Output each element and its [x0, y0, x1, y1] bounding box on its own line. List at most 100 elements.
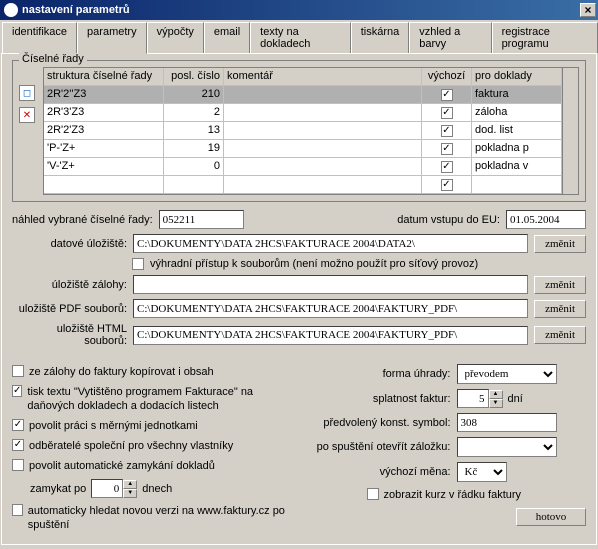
new-row-icon[interactable]: ◻: [19, 85, 35, 101]
shared-customers-checkbox[interactable]: ✓: [12, 439, 24, 451]
table-row[interactable]: 'P-'Z+19 ✓ pokladna p: [44, 140, 562, 158]
grid-cell[interactable]: ✓: [422, 86, 472, 103]
grid-cell[interactable]: 2R'2'Z3: [44, 122, 164, 139]
units-label: povolit práci s měrnými jednotkami: [29, 419, 198, 433]
lock-days-input[interactable]: [91, 479, 123, 498]
exclusive-access-checkbox[interactable]: [132, 258, 144, 270]
tab-tiskárna[interactable]: tiskárna: [351, 22, 410, 53]
number-series-grid[interactable]: struktura číselné řadyposl. číslokomentá…: [43, 67, 579, 195]
lock-days-up[interactable]: ▲: [123, 480, 137, 489]
grid-header-c1[interactable]: struktura číselné řady: [44, 68, 164, 85]
pdf-storage-input[interactable]: [133, 299, 528, 318]
grid-cell[interactable]: [44, 176, 164, 193]
grid-cell[interactable]: ✓: [422, 176, 472, 193]
grid-cell[interactable]: 'V-'Z+: [44, 158, 164, 175]
tab-vzhled-a-barvy[interactable]: vzhled a barvy: [409, 22, 491, 53]
table-row[interactable]: 2R'2'Z313 ✓ dod. list: [44, 122, 562, 140]
grid-header-c4[interactable]: výchozí: [422, 68, 472, 85]
row-default-checkbox[interactable]: ✓: [441, 125, 453, 137]
grid-cell[interactable]: [224, 158, 422, 175]
grid-cell[interactable]: 2: [164, 104, 224, 121]
grid-cell[interactable]: 2R'2''Z3: [44, 86, 164, 103]
row-default-checkbox[interactable]: ✓: [441, 107, 453, 119]
grid-cell[interactable]: ✓: [422, 140, 472, 157]
preview-value[interactable]: [159, 210, 244, 229]
tab-texty-na-dokladech[interactable]: texty na dokladech: [250, 22, 351, 53]
grid-cell[interactable]: pokladna v: [472, 158, 562, 175]
grid-cell[interactable]: [224, 104, 422, 121]
exclusive-access-label: výhradní přístup k souborům (není možno …: [150, 258, 478, 270]
copy-backup-checkbox[interactable]: [12, 365, 24, 377]
lock-days-down[interactable]: ▼: [123, 489, 137, 498]
autolock-label: povolit automatické zamykání dokladů: [29, 459, 215, 473]
pdf-storage-change-button[interactable]: změnit: [534, 300, 586, 318]
due-days-up[interactable]: ▲: [489, 390, 503, 399]
html-storage-change-button[interactable]: změnit: [534, 326, 586, 344]
const-symbol-label: předvolený konst. symbol:: [307, 417, 457, 429]
grid-cell[interactable]: 210: [164, 86, 224, 103]
grid-cell[interactable]: dod. list: [472, 122, 562, 139]
shared-customers-label: odběratelé společní pro všechny vlastník…: [29, 439, 233, 453]
tab-identifikace[interactable]: identifikace: [2, 22, 77, 53]
grid-cell[interactable]: ✓: [422, 122, 472, 139]
tab-registrace-programu[interactable]: registrace programu: [492, 22, 598, 53]
tab-výpočty[interactable]: výpočty: [147, 22, 204, 53]
const-symbol-input[interactable]: [457, 413, 557, 432]
table-row[interactable]: 2R'2''Z3210 ✓ faktura: [44, 86, 562, 104]
backup-storage-input[interactable]: [133, 275, 528, 294]
print-text-label: tisk textu "Vytištěno programem Fakturac…: [27, 385, 291, 413]
tab-email[interactable]: email: [204, 22, 250, 53]
grid-cell[interactable]: pokladna p: [472, 140, 562, 157]
auto-update-checkbox[interactable]: [12, 504, 23, 516]
done-button[interactable]: hotovo: [516, 508, 586, 526]
data-storage-change-button[interactable]: změnit: [534, 235, 586, 253]
titlebar: nastavení parametrů ×: [0, 0, 598, 20]
print-text-checkbox[interactable]: ✓: [12, 385, 22, 397]
backup-storage-label: úložiště zálohy:: [12, 279, 127, 291]
row-default-checkbox[interactable]: ✓: [441, 161, 453, 173]
tab-parametry[interactable]: parametry: [77, 22, 147, 54]
default-currency-select[interactable]: Kč: [457, 462, 507, 482]
row-default-checkbox[interactable]: ✓: [441, 143, 453, 155]
grid-cell[interactable]: [224, 86, 422, 103]
delete-row-icon[interactable]: ✕: [19, 107, 35, 123]
startup-tab-select[interactable]: [457, 437, 557, 457]
autolock-checkbox[interactable]: [12, 459, 24, 471]
close-button[interactable]: ×: [580, 3, 596, 17]
units-checkbox[interactable]: ✓: [12, 419, 24, 431]
grid-cell[interactable]: 0: [164, 158, 224, 175]
payment-form-select[interactable]: převodem: [457, 364, 557, 384]
due-days-down[interactable]: ▼: [489, 399, 503, 408]
grid-cell[interactable]: záloha: [472, 104, 562, 121]
table-row[interactable]: ✓: [44, 176, 562, 194]
show-rate-checkbox[interactable]: [367, 488, 379, 500]
due-days-input[interactable]: [457, 389, 489, 408]
grid-cell[interactable]: 'P-'Z+: [44, 140, 164, 157]
tab-content: Číselné řady ◻ ✕ struktura číselné řadyp…: [1, 53, 597, 545]
table-row[interactable]: 'V-'Z+0 ✓ pokladna v: [44, 158, 562, 176]
html-storage-input[interactable]: [133, 326, 528, 345]
grid-cell[interactable]: ✓: [422, 104, 472, 121]
grid-header-c3[interactable]: komentář: [224, 68, 422, 85]
grid-header-c2[interactable]: posl. číslo: [164, 68, 224, 85]
grid-cell[interactable]: ✓: [422, 158, 472, 175]
grid-cell[interactable]: 13: [164, 122, 224, 139]
data-storage-input[interactable]: [133, 234, 528, 253]
grid-cell[interactable]: [224, 176, 422, 193]
grid-cell[interactable]: [472, 176, 562, 193]
grid-cell[interactable]: 2R'3'Z3: [44, 104, 164, 121]
row-default-checkbox[interactable]: ✓: [441, 179, 453, 191]
grid-cell[interactable]: 19: [164, 140, 224, 157]
grid-scrollbar[interactable]: [562, 68, 578, 194]
backup-storage-change-button[interactable]: změnit: [534, 276, 586, 294]
due-days-label: splatnost faktur:: [307, 393, 457, 405]
table-row[interactable]: 2R'3'Z32 ✓ záloha: [44, 104, 562, 122]
grid-cell[interactable]: [224, 140, 422, 157]
grid-header-c5[interactable]: pro doklady: [472, 68, 562, 85]
grid-cell[interactable]: [164, 176, 224, 193]
row-default-checkbox[interactable]: ✓: [441, 89, 453, 101]
grid-cell[interactable]: [224, 122, 422, 139]
grid-cell[interactable]: faktura: [472, 86, 562, 103]
lock-days-unit: dnech: [142, 482, 172, 496]
eu-date-value[interactable]: [506, 210, 586, 229]
